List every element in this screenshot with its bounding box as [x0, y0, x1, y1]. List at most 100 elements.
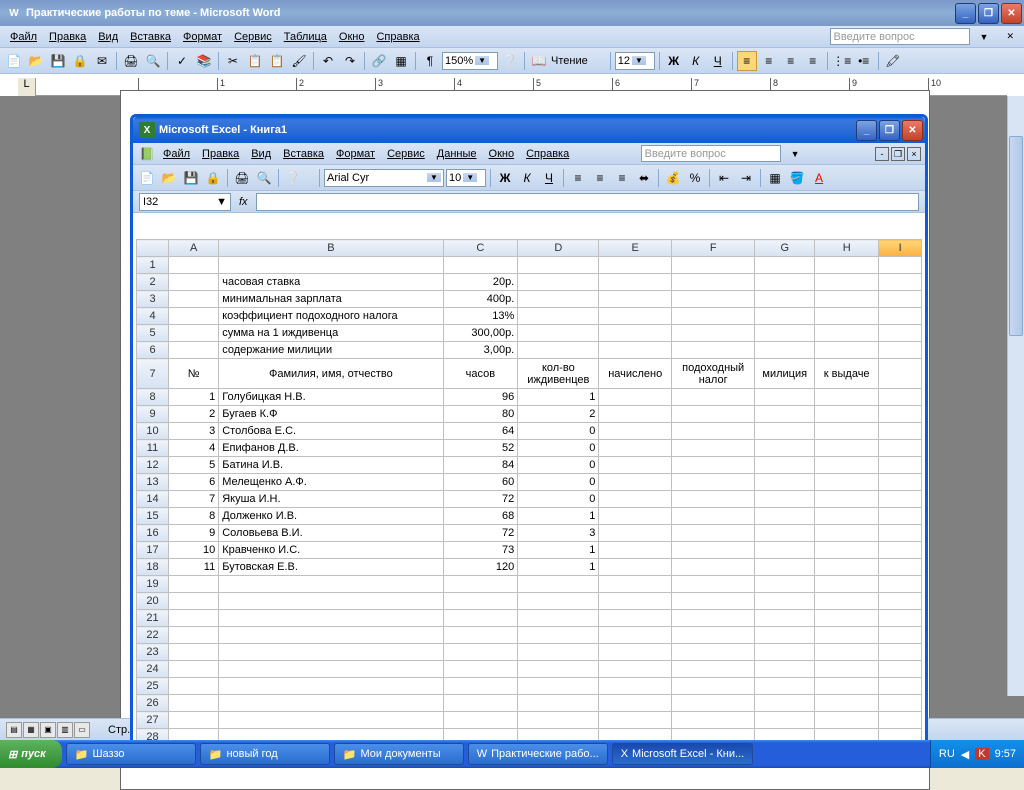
cell[interactable]	[599, 644, 672, 661]
row-header[interactable]: 22	[137, 627, 169, 644]
menu-data[interactable]: Данные	[431, 146, 483, 162]
cell[interactable]: Якуша И.Н.	[219, 491, 443, 508]
cell[interactable]	[599, 610, 672, 627]
tray-icon[interactable]: ◀	[961, 748, 969, 761]
cell[interactable]	[879, 678, 922, 695]
cell[interactable]	[518, 257, 599, 274]
cut-icon[interactable]: ✂	[223, 51, 243, 71]
cell[interactable]	[518, 678, 599, 695]
maximize-button[interactable]: ❐	[978, 3, 999, 24]
cell[interactable]	[879, 644, 922, 661]
cell[interactable]: 64	[443, 423, 518, 440]
cell[interactable]	[443, 257, 518, 274]
cell[interactable]: милиция	[755, 359, 815, 389]
cell[interactable]	[879, 576, 922, 593]
word-vscrollbar[interactable]	[1007, 96, 1024, 696]
cell[interactable]	[755, 593, 815, 610]
cell[interactable]: 0	[518, 457, 599, 474]
help-icon[interactable]: ❔	[283, 168, 303, 188]
cell[interactable]: 13%	[443, 308, 518, 325]
taskbar-folder-1[interactable]: 📁Шаззо	[66, 743, 196, 765]
name-box[interactable]: I32▼	[139, 193, 231, 211]
excel-grid[interactable]: ABCDEFGHI12часовая ставка20р.3минимальна…	[136, 239, 922, 758]
redo-icon[interactable]: ↷	[340, 51, 360, 71]
cell[interactable]	[443, 661, 518, 678]
cell[interactable]	[599, 678, 672, 695]
cell[interactable]	[815, 712, 879, 729]
cell[interactable]	[879, 257, 922, 274]
cell[interactable]	[219, 661, 443, 678]
show-marks-icon[interactable]: ¶	[420, 51, 440, 71]
cell[interactable]: 0	[518, 423, 599, 440]
cell[interactable]: 72	[443, 525, 518, 542]
wb-minimize-button[interactable]: -	[875, 147, 889, 161]
cell[interactable]: 7	[169, 491, 219, 508]
save-icon[interactable]: 💾	[48, 51, 68, 71]
cell[interactable]: 3	[518, 525, 599, 542]
cell[interactable]: 6	[169, 474, 219, 491]
cell[interactable]	[219, 593, 443, 610]
cell[interactable]: Епифанов Д.В.	[219, 440, 443, 457]
cell[interactable]	[755, 257, 815, 274]
permission-icon[interactable]: 🔒	[70, 51, 90, 71]
row-header[interactable]: 15	[137, 508, 169, 525]
preview-icon[interactable]: 🔍	[143, 51, 163, 71]
cell[interactable]	[169, 661, 219, 678]
view-print-icon[interactable]: ▣	[40, 722, 56, 738]
cell[interactable]	[169, 257, 219, 274]
cell[interactable]: 3,00р.	[443, 342, 518, 359]
row-header[interactable]: 10	[137, 423, 169, 440]
cell[interactable]: 11	[169, 559, 219, 576]
cell[interactable]: 3	[169, 423, 219, 440]
cell[interactable]: Батина И.В.	[219, 457, 443, 474]
view-normal-icon[interactable]: ▤	[6, 722, 22, 738]
cell[interactable]	[518, 627, 599, 644]
cell[interactable]	[879, 593, 922, 610]
menu-format[interactable]: Формат	[177, 29, 228, 45]
wb-close-button[interactable]: ×	[907, 147, 921, 161]
cell[interactable]: часов	[443, 359, 518, 389]
cell[interactable]: содержание милиции	[219, 342, 443, 359]
menu-file[interactable]: Файл	[157, 146, 196, 162]
cell[interactable]	[672, 661, 755, 678]
table-icon[interactable]: ▦	[391, 51, 411, 71]
taskbar-word[interactable]: WПрактические рабо...	[468, 743, 608, 765]
cell[interactable]	[599, 593, 672, 610]
col-header-I[interactable]: I	[879, 240, 922, 257]
open-icon[interactable]: 📂	[159, 168, 179, 188]
row-header[interactable]: 2	[137, 274, 169, 291]
bullets-button[interactable]: •≡	[854, 51, 874, 71]
help-icon[interactable]: ❔	[500, 51, 520, 71]
menu-help[interactable]: Справка	[370, 29, 425, 45]
select-all-corner[interactable]	[137, 240, 169, 257]
font-size-combo[interactable]: 10▼	[446, 169, 486, 187]
bold-button[interactable]: Ж	[664, 51, 684, 71]
cell[interactable]	[169, 644, 219, 661]
cell[interactable]	[599, 661, 672, 678]
cell[interactable]	[672, 644, 755, 661]
cell[interactable]: 8	[169, 508, 219, 525]
cell[interactable]	[443, 678, 518, 695]
cell[interactable]	[755, 661, 815, 678]
cell[interactable]: 0	[518, 491, 599, 508]
numbering-button[interactable]: ⋮≡	[832, 51, 852, 71]
align-center-button[interactable]: ≡	[590, 168, 610, 188]
cell[interactable]	[755, 644, 815, 661]
kaspersky-icon[interactable]: K	[975, 748, 988, 760]
reading-label[interactable]: Чтение	[551, 55, 588, 67]
taskbar-excel[interactable]: XMicrosoft Excel - Кни...	[612, 743, 754, 765]
cell[interactable]: 60	[443, 474, 518, 491]
cell[interactable]: 4	[169, 440, 219, 457]
cell[interactable]	[755, 627, 815, 644]
cell[interactable]: 68	[443, 508, 518, 525]
cell[interactable]	[443, 610, 518, 627]
excel-help-input[interactable]	[641, 145, 781, 162]
view-outline-icon[interactable]: ▥	[57, 722, 73, 738]
close-button[interactable]: ✕	[902, 120, 923, 141]
new-icon[interactable]: 📄	[137, 168, 157, 188]
zoom-combo[interactable]: 150%▼	[442, 52, 498, 70]
cell[interactable]: 20р.	[443, 274, 518, 291]
currency-button[interactable]: 💰	[663, 168, 683, 188]
wb-restore-button[interactable]: ❐	[891, 147, 905, 161]
mail-icon[interactable]: ✉	[92, 51, 112, 71]
